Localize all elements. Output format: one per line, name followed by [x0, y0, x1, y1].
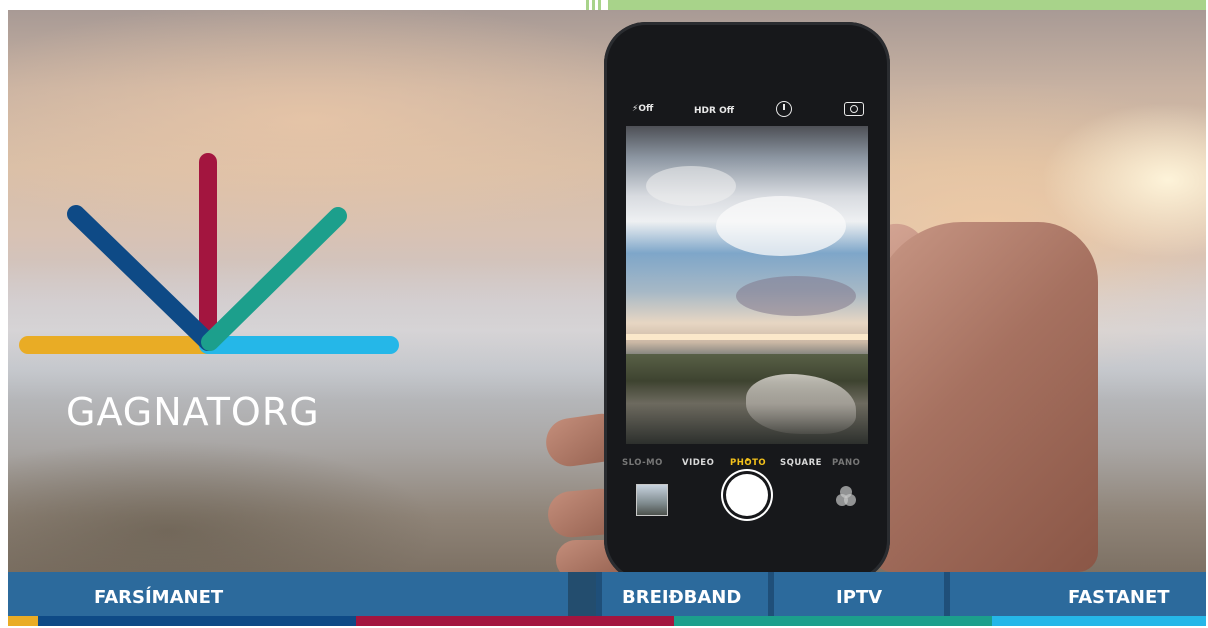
nav-item-fastanet[interactable]: FASTANET — [1068, 572, 1170, 616]
nav-separator — [596, 572, 602, 616]
camera-top-bar: ⚡Off HDR Off — [626, 94, 868, 128]
mode-square[interactable]: SQUARE — [780, 458, 822, 468]
color-bar-red — [356, 616, 674, 626]
timer-icon[interactable] — [776, 101, 792, 117]
color-bar-yellow — [8, 616, 38, 626]
filters-icon[interactable] — [836, 486, 858, 508]
top-green-strip — [608, 0, 1206, 10]
main-nav: FARSÍMANET BREIÐBAND IPTV FASTANET — [8, 572, 1206, 616]
nav-item-farsimanet[interactable]: FARSÍMANET — [94, 572, 223, 616]
camera-switch-icon[interactable] — [844, 102, 864, 116]
color-bar-cyan — [992, 616, 1206, 626]
brand-name: GAGNATORG — [66, 390, 320, 434]
last-photo-thumbnail[interactable] — [636, 484, 668, 516]
nav-phone-overlap — [568, 572, 598, 616]
nav-separator — [944, 572, 950, 616]
mode-video[interactable]: VIDEO — [682, 458, 714, 468]
vf-horizon — [626, 334, 868, 340]
logo-blue-bar — [67, 205, 217, 351]
nav-item-breidband[interactable]: BREIÐBAND — [622, 572, 741, 616]
top-strip-ticks — [586, 0, 608, 10]
logo-teal-bar — [201, 207, 347, 351]
page: ⚡Off HDR Off SLO-MO VIDEO PHOTO SQUARE P… — [0, 0, 1208, 628]
hand — [872, 222, 1098, 572]
smartphone: ⚡Off HDR Off SLO-MO VIDEO PHOTO SQUARE P… — [604, 22, 890, 582]
nav-item-iptv[interactable]: IPTV — [836, 572, 882, 616]
shutter-button[interactable] — [726, 474, 768, 516]
camera-mode-selector[interactable]: SLO-MO VIDEO PHOTO SQUARE PANO — [622, 458, 868, 474]
brand-color-bars — [8, 616, 1206, 626]
hdr-toggle[interactable]: HDR Off — [694, 106, 734, 116]
flash-control[interactable]: ⚡Off — [632, 104, 653, 114]
nav-separator — [768, 572, 774, 616]
vf-cloud — [736, 276, 856, 316]
mode-slomo[interactable]: SLO-MO — [622, 458, 663, 468]
mode-photo[interactable]: PHOTO — [730, 458, 766, 468]
color-bar-teal — [674, 616, 992, 626]
vf-cloud — [646, 166, 736, 206]
mode-pano[interactable]: PANO — [832, 458, 860, 468]
camera-viewfinder — [626, 126, 868, 444]
color-bar-blue — [38, 616, 356, 626]
flash-label: Off — [638, 104, 654, 114]
vf-cloud — [716, 196, 846, 256]
